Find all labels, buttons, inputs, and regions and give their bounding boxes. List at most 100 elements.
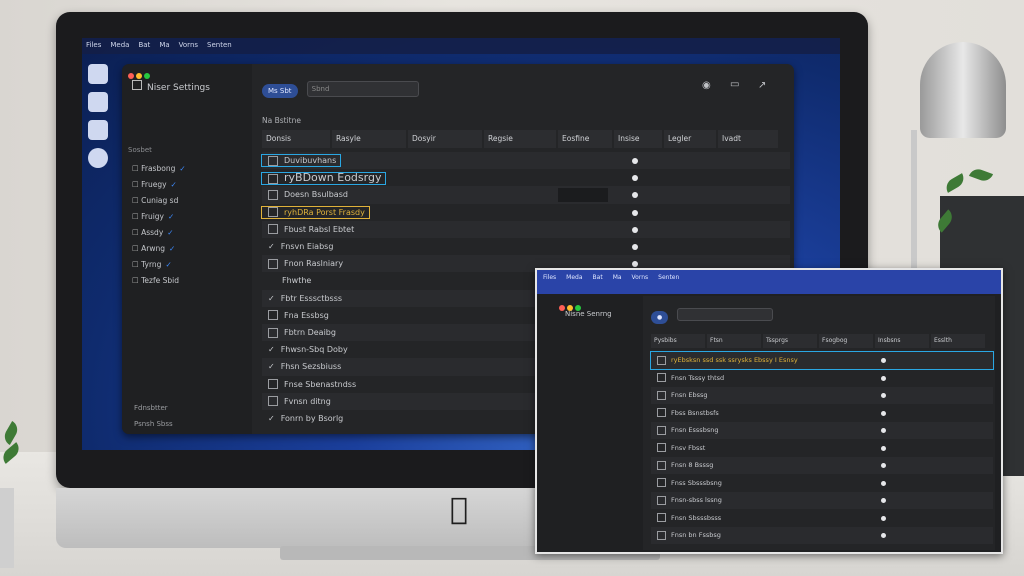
app-icon[interactable] bbox=[88, 148, 108, 168]
value-cell bbox=[558, 188, 608, 203]
inset-menu-item: Vorns bbox=[631, 274, 649, 281]
checkbox-icon[interactable] bbox=[268, 310, 278, 321]
inset-table-row: Fnsn bn Fssbsg bbox=[651, 527, 993, 544]
checkbox-icon[interactable] bbox=[268, 189, 278, 200]
checkmark-icon[interactable]: ✓ bbox=[268, 414, 275, 423]
inset-table-row: Fnsn Esssbsng bbox=[651, 422, 993, 439]
checkmark-icon[interactable]: ✓ bbox=[268, 362, 275, 371]
row-cell: Fbtrn Deaibg bbox=[262, 327, 340, 338]
checkbox-icon bbox=[657, 460, 666, 470]
column-header[interactable]: Legler bbox=[664, 130, 716, 148]
menu-item[interactable]: Files bbox=[86, 41, 101, 49]
table-row[interactable]: Doesn Bsulbasd bbox=[262, 186, 790, 205]
sidebar-item[interactable]: ☐ Fruegy ✓ bbox=[132, 180, 177, 189]
menu-item[interactable]: Vorns bbox=[179, 41, 198, 49]
table-row[interactable]: Duvibuvhans bbox=[260, 152, 790, 170]
minimize-icon[interactable] bbox=[136, 73, 142, 79]
checkbox-icon[interactable] bbox=[268, 327, 278, 338]
menu-item[interactable]: Meda bbox=[110, 41, 129, 49]
menu-item[interactable]: Ma bbox=[159, 41, 169, 49]
checkmark-icon[interactable]: ✓ bbox=[268, 345, 275, 354]
checkbox-icon[interactable]: ☐ bbox=[132, 164, 141, 173]
sidebar-item[interactable]: ☐ Arwng ✓ bbox=[132, 244, 175, 253]
checkbox-icon[interactable] bbox=[268, 224, 278, 235]
status-dot bbox=[632, 158, 638, 164]
column-header[interactable]: Ivadt bbox=[718, 130, 778, 148]
inset-window: Nisne Senrng ● Pysbibs Ftsn Tssprgs Fsogbog… bbox=[555, 296, 995, 550]
checkbox-icon bbox=[657, 390, 666, 400]
column-header[interactable]: Eosfine bbox=[558, 130, 612, 148]
checkbox-icon[interactable] bbox=[268, 207, 278, 218]
inset-column-header: Insbsns bbox=[875, 334, 929, 348]
file-icon[interactable] bbox=[88, 64, 108, 84]
zoom-icon[interactable] bbox=[144, 73, 150, 79]
search-input[interactable]: Sbnd bbox=[306, 80, 419, 97]
status-dot bbox=[632, 192, 638, 199]
checkbox-icon[interactable]: ☐ bbox=[132, 196, 141, 205]
row-cell: ✓ Fnsvn Eiabsg bbox=[262, 241, 337, 252]
row-label: Fbtr Esssctbsss bbox=[280, 293, 343, 303]
window-icon[interactable]: ▭ bbox=[730, 79, 739, 90]
checkbox-icon[interactable]: ☐ bbox=[132, 212, 141, 221]
checkmark-icon: ✓ bbox=[179, 164, 186, 173]
table-row[interactable]: Fbust Rabsl Ebtet bbox=[262, 220, 790, 239]
checkbox-icon[interactable] bbox=[268, 379, 278, 390]
status-dot bbox=[881, 445, 886, 451]
expand-icon[interactable]: ↗ bbox=[758, 80, 766, 91]
inset-table-row: Fnsn Sbsssbsss bbox=[651, 509, 993, 527]
row-cell: Fnon Raslniary bbox=[262, 258, 347, 269]
document-icon[interactable] bbox=[88, 92, 108, 112]
sidebar-item[interactable]: ☐ Cuniag sd bbox=[132, 196, 178, 205]
table-row[interactable]: ryhDRa Porst Frasdy bbox=[261, 203, 790, 222]
inset-table-row: Fnsn 8 Bsssg bbox=[651, 457, 993, 474]
view-toggle-button[interactable]: Ms Sbt bbox=[262, 84, 298, 98]
inset-row-label: Fnsn Esssbsng bbox=[671, 426, 719, 434]
table-row[interactable]: ✓ Fnsvn Eiabsg bbox=[262, 238, 790, 256]
column-header[interactable]: Donsis bbox=[262, 130, 330, 148]
sidebar-heading: Sosbet bbox=[128, 146, 152, 154]
menu-item[interactable]: Bat bbox=[138, 41, 150, 49]
checkbox-icon bbox=[657, 443, 666, 452]
close-icon[interactable] bbox=[128, 73, 134, 79]
menu-item[interactable]: Senten bbox=[207, 41, 232, 49]
sidebar-footer-2: Psnsh Sbss bbox=[134, 420, 173, 428]
location-icon[interactable]: ◉ bbox=[702, 80, 711, 91]
checkbox-icon[interactable] bbox=[268, 258, 278, 269]
inset-menu-item: Ma bbox=[612, 274, 622, 281]
inset-menu-item: Meda bbox=[566, 274, 583, 281]
checkbox-icon[interactable]: ☐ bbox=[132, 244, 141, 253]
sidebar-item-label: Assdy bbox=[141, 228, 164, 237]
table-row[interactable]: ryBDown Eodsrgy bbox=[260, 169, 790, 188]
checkmark-icon[interactable]: ✓ bbox=[268, 294, 275, 303]
sidebar-item[interactable]: ☐ Assdy ✓ bbox=[132, 228, 174, 237]
sidebar-item[interactable]: ☐ Tyrng ✓ bbox=[132, 260, 172, 269]
checkbox-icon[interactable] bbox=[268, 155, 278, 166]
status-dot bbox=[881, 428, 886, 433]
checkbox-icon[interactable]: ☐ bbox=[132, 260, 141, 269]
status-dot bbox=[881, 410, 886, 416]
checkbox-icon bbox=[657, 495, 666, 505]
sidebar-item[interactable]: ☐ Tezfe Sbid bbox=[132, 276, 179, 285]
inset-menu-item: Senten bbox=[658, 274, 680, 281]
table-header: Donsis Rasyle Dosyir Regsie Eosfine Insise Leg… bbox=[262, 130, 790, 148]
column-header[interactable]: Insise bbox=[614, 130, 662, 148]
checkbox-icon[interactable]: ☐ bbox=[132, 228, 141, 237]
checkbox-icon[interactable] bbox=[268, 173, 278, 184]
column-header[interactable]: Regsie bbox=[484, 130, 556, 148]
checkbox-icon[interactable] bbox=[268, 396, 278, 407]
inset-sidebar: Nisne Senrng bbox=[555, 296, 643, 550]
row-label: Fnse Sbenastndss bbox=[284, 379, 357, 389]
inset-menu-item: Bat bbox=[592, 274, 603, 281]
sidebar-title: Niser Settings bbox=[132, 80, 242, 94]
sidebar-item[interactable]: ☐ Fruigy ✓ bbox=[132, 212, 174, 221]
checkbox-icon[interactable]: ☐ bbox=[132, 180, 141, 189]
checkbox-icon bbox=[657, 478, 666, 487]
column-header[interactable]: Rasyle bbox=[332, 130, 406, 148]
sidebar-item[interactable]: ☐ Frasbong ✓ bbox=[132, 164, 186, 173]
sidebar-item-label: Arwng bbox=[141, 244, 165, 253]
column-header[interactable]: Dosyir bbox=[408, 130, 482, 148]
checkbox-icon[interactable]: ☐ bbox=[132, 276, 141, 285]
inset-column-header: Fsogbog bbox=[819, 334, 873, 348]
folder-icon[interactable] bbox=[88, 120, 108, 140]
checkmark-icon[interactable]: ✓ bbox=[268, 242, 275, 251]
